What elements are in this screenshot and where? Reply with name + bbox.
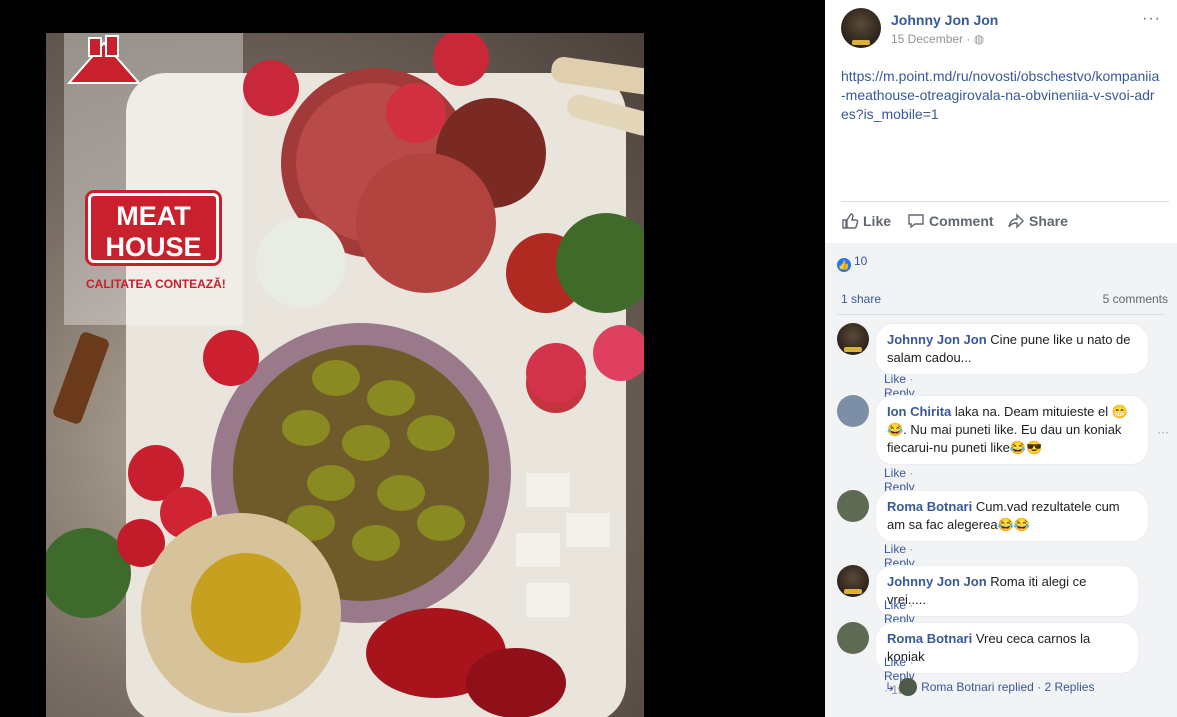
comment-like-link[interactable]: Like bbox=[884, 598, 906, 612]
house-roof-icon bbox=[66, 35, 142, 84]
post-author[interactable]: Johnny Jon Jon bbox=[891, 12, 998, 28]
replies-text[interactable]: Roma Botnari replied · 2 Replies bbox=[921, 680, 1094, 694]
more-options-icon[interactable]: ··· bbox=[1142, 10, 1161, 28]
commenter-name[interactable]: Roma Botnari bbox=[887, 499, 972, 514]
author-avatar[interactable] bbox=[841, 8, 881, 48]
replies-link[interactable]: ↳ Roma Botnari replied · 2 Replies bbox=[885, 678, 1094, 696]
comment-like-link[interactable]: Like bbox=[884, 466, 906, 480]
comment-options-icon[interactable]: ··· bbox=[1157, 425, 1169, 439]
like-label: Like bbox=[863, 213, 892, 229]
brand-tagline: CALITATEA CONTEAZĂ! bbox=[86, 277, 226, 291]
thumbs-up-icon bbox=[842, 213, 859, 229]
comment-icon bbox=[908, 214, 924, 229]
comment-button[interactable]: Comment bbox=[907, 212, 994, 230]
post-header: Johnny Jon Jon 15 December · ◍ ··· bbox=[841, 8, 1161, 48]
comment-bubble: Ion Chirita laka na. Deam mituieste el 😁… bbox=[875, 395, 1149, 465]
comment-like-link[interactable]: Like bbox=[884, 372, 906, 386]
commenter-avatar[interactable] bbox=[837, 565, 869, 597]
globe-icon: ◍ bbox=[973, 32, 985, 46]
post-date-text[interactable]: 15 December · bbox=[891, 32, 974, 46]
comment-bubble: Johnny Jon Jon Cine pune like u nato de … bbox=[875, 323, 1149, 375]
post-actions: Like Comment Share bbox=[841, 212, 1161, 234]
post-link[interactable]: https://m.point.md/ru/novosti/obschestvo… bbox=[841, 67, 1161, 124]
shares-link[interactable]: 1 share bbox=[841, 292, 881, 306]
comments-count-link[interactable]: 5 comments bbox=[1103, 292, 1168, 306]
commenter-avatar[interactable] bbox=[837, 323, 869, 355]
comment-label: Comment bbox=[929, 213, 994, 229]
commenter-avatar[interactable] bbox=[837, 395, 869, 427]
commenter-name[interactable]: Johnny Jon Jon bbox=[887, 574, 987, 589]
like-reaction-icon: 👍 bbox=[837, 258, 851, 272]
share-button[interactable]: Share bbox=[1007, 212, 1068, 230]
post-photo[interactable]: MEAT HOUSE CALITATEA CONTEAZĂ! bbox=[46, 33, 644, 717]
likes-count-text: 10 bbox=[854, 254, 868, 268]
share-icon bbox=[1008, 213, 1024, 229]
reply-arrow-icon: ↳ bbox=[885, 680, 896, 694]
post-date[interactable]: 15 December · ◍ bbox=[891, 32, 984, 46]
commenter-name[interactable]: Ion Chirita bbox=[887, 404, 951, 419]
like-button[interactable]: Like bbox=[841, 212, 891, 230]
divider bbox=[841, 201, 1169, 202]
replier-avatar bbox=[899, 678, 918, 696]
comment-bubble: Roma Botnari Cum.vad rezultatele cum am … bbox=[875, 490, 1149, 542]
comment-like-link[interactable]: Like bbox=[884, 655, 906, 669]
photo-viewer: MEAT HOUSE CALITATEA CONTEAZĂ! bbox=[0, 0, 825, 717]
commenter-avatar[interactable] bbox=[837, 622, 869, 654]
comment-like-link[interactable]: Like bbox=[884, 542, 906, 556]
feedback-panel: 👍 10 1 share 5 comments Johnny Jon Jon Ci… bbox=[825, 243, 1177, 717]
brand-logo-panel: MEAT HOUSE CALITATEA CONTEAZĂ! bbox=[64, 33, 243, 325]
divider bbox=[837, 314, 1165, 315]
share-label: Share bbox=[1029, 213, 1068, 229]
commenter-avatar[interactable] bbox=[837, 490, 869, 522]
commenter-name[interactable]: Roma Botnari bbox=[887, 631, 972, 646]
reaction-count[interactable]: 👍 10 bbox=[837, 254, 867, 272]
logo-line-1: MEAT bbox=[116, 201, 191, 231]
brand-logo: MEAT HOUSE bbox=[88, 193, 219, 263]
commenter-name[interactable]: Johnny Jon Jon bbox=[887, 332, 987, 347]
logo-line-2: HOUSE bbox=[105, 232, 202, 262]
post-sidebar: Johnny Jon Jon 15 December · ◍ ··· https… bbox=[825, 0, 1177, 717]
